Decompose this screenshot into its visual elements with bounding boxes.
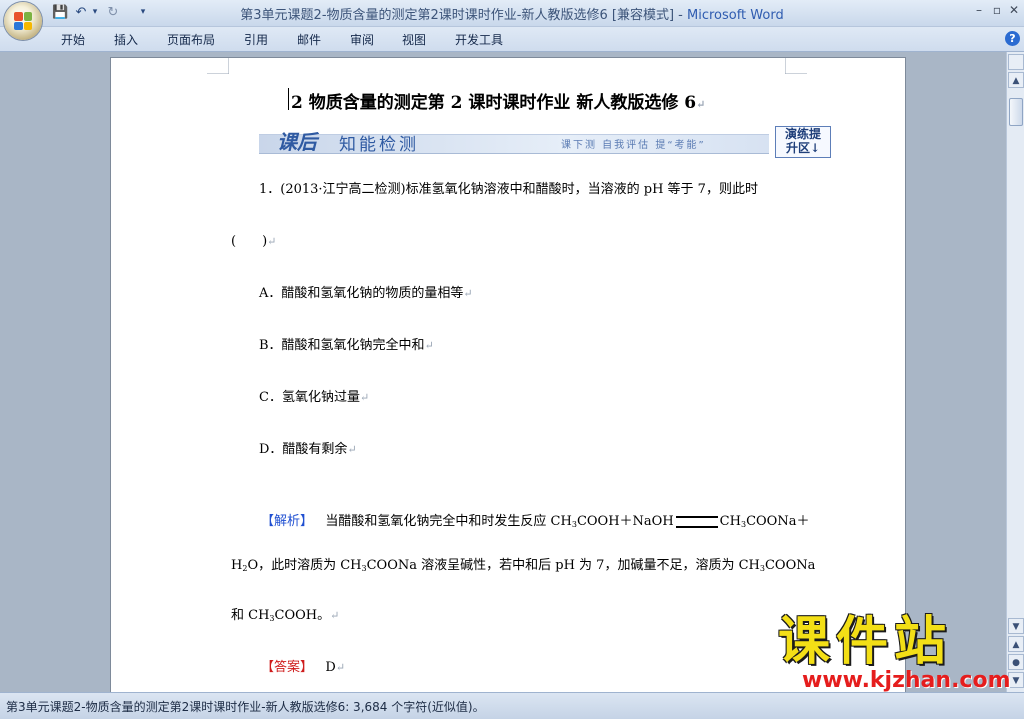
analysis-line-2: H2O，此时溶质为 CH3COONa 溶液呈碱性，若中和后 pH 为 7，加碱量…: [231, 554, 815, 573]
banner-subtitle: 课下测 自我评估 提“考能”: [561, 140, 706, 151]
ribbon-tabs: 开始 插入 页面布局 引用 邮件 审阅 视图 开发工具 ?: [0, 27, 1024, 52]
status-bar: 第3单元课题2-物质含量的测定第2课时课时作业-新人教版选修6: 3,684 个…: [0, 692, 1024, 719]
paragraph-mark: ↵: [463, 287, 473, 300]
option-a-text: A．醋酸和氢氧化钠的物质的量相等: [259, 286, 464, 301]
equals-sign: [675, 515, 718, 528]
banner-title-a: 课后: [277, 130, 317, 154]
margin-corner-mark: [207, 58, 229, 74]
badge-line-2: 升区↓: [785, 141, 821, 155]
analysis-text: COONa＋: [746, 514, 810, 529]
option-d: D．醋酸有剩余↵: [259, 438, 357, 457]
tab-developer[interactable]: 开发工具: [455, 31, 503, 48]
paragraph-mark: ↵: [330, 609, 340, 622]
document-title: 第3单元课题2-物质含量的测定第2课时课时作业-新人教版选修6 [兼容模式] -: [240, 8, 687, 23]
option-c: C．氢氧化钠过量↵: [259, 386, 369, 405]
tab-insert[interactable]: 插入: [114, 31, 138, 48]
vertical-scrollbar[interactable]: ▲ ▼ ▲ ● ▼: [1006, 52, 1024, 692]
tab-home[interactable]: 开始: [61, 31, 85, 48]
analysis-text: COONa: [764, 558, 816, 573]
banner-badge: 演练提 升区↓: [775, 126, 831, 158]
office-logo-icon: [14, 12, 32, 30]
banner-title-b: 知能检测: [339, 135, 419, 155]
tab-page-layout[interactable]: 页面布局: [167, 31, 215, 48]
option-c-text: C．氢氧化钠过量: [259, 390, 360, 405]
analysis-line-1: 【解析】 当醋酸和氢氧化钠完全中和时发生反应 CH3COOH＋NaOH CH3CO…: [261, 510, 809, 529]
analysis-line-3: 和 CH3COOH。↵: [231, 604, 339, 623]
analysis-text: 当醋酸和氢氧化钠完全中和时发生反应 CH: [325, 514, 572, 529]
analysis-text: O，此时溶质为 CH: [247, 558, 362, 573]
answer-value: D: [325, 660, 336, 675]
scroll-down-icon[interactable]: ▼: [1008, 618, 1024, 634]
close-button[interactable]: ✕: [1005, 2, 1023, 18]
badge-line-1: 演练提: [784, 127, 821, 141]
analysis-text: COONa 溶液呈碱性，若中和后 pH 为 7，加碱量不足，溶质为 CH: [366, 558, 760, 573]
analysis-text: COOH。: [274, 608, 331, 623]
analysis-text: H: [231, 558, 243, 573]
tab-view[interactable]: 视图: [402, 31, 426, 48]
answer-line: 【答案】 D↵: [261, 656, 345, 675]
answer-tag: 【答案】: [261, 660, 314, 675]
paragraph-mark: ↵: [347, 443, 357, 456]
option-d-text: D．醋酸有剩余: [259, 442, 348, 457]
option-b-text: B．醋酸和氢氧化钠完全中和: [259, 338, 425, 353]
document-page[interactable]: 2 物质含量的测定第 2 课时课时作业 新人教版选修 6↵ 课后 知能检测 课下…: [110, 57, 906, 698]
paragraph-mark: ↵: [267, 235, 277, 248]
tab-references[interactable]: 引用: [244, 31, 268, 48]
paragraph-mark: ↵: [424, 339, 434, 352]
analysis-text: COOH＋NaOH: [576, 514, 674, 529]
section-banner: 课后 知能检测 课下测 自我评估 提“考能” 演练提 升区↓: [259, 126, 833, 158]
question-1: 1．(2013·江宁高二检测)标准氢氧化钠溶液中和醋酸时，当溶液的 pH 等于 …: [259, 178, 758, 197]
window-title: 第3单元课题2-物质含量的测定第2课时课时作业-新人教版选修6 [兼容模式] -…: [0, 4, 1024, 23]
paragraph-mark: ↵: [359, 391, 370, 404]
tab-mailings[interactable]: 邮件: [297, 31, 321, 48]
tab-review[interactable]: 审阅: [350, 31, 374, 48]
minimize-button[interactable]: –: [970, 2, 988, 18]
analysis-text: 和 CH: [231, 608, 270, 623]
paragraph-mark: ↵: [335, 661, 346, 674]
scroll-thumb[interactable]: [1009, 98, 1023, 126]
text-cursor: [288, 88, 289, 110]
document-heading: 2 物质含量的测定第 2 课时课时作业 新人教版选修 6↵: [291, 88, 705, 113]
option-a: A．醋酸和氢氧化钠的物质的量相等↵: [259, 282, 473, 301]
scroll-up-icon[interactable]: ▲: [1008, 72, 1024, 88]
title-bar: 💾 ↶ ▾ ↻ ▾ 第3单元课题2-物质含量的测定第2课时课时作业-新人教版选修…: [0, 0, 1024, 27]
option-b: B．醋酸和氢氧化钠完全中和↵: [259, 334, 434, 353]
ruler-toggle-icon[interactable]: [1008, 54, 1024, 70]
watermark-logo: 课件站: [778, 612, 953, 672]
restore-button[interactable]: ▫: [988, 2, 1006, 18]
help-icon[interactable]: ?: [1005, 31, 1020, 46]
status-text: 第3单元课题2-物质含量的测定第2课时课时作业-新人教版选修6: 3,684 个…: [6, 700, 485, 714]
watermark-url: www.kjzhan.com: [802, 668, 1011, 693]
margin-corner-mark: [785, 58, 807, 74]
question-1-text: 1．(2013·江宁高二检测)标准氢氧化钠溶液中和醋酸时，当溶液的 pH 等于 …: [259, 182, 758, 197]
heading-text: 2 物质含量的测定第 2 课时课时作业 新人教版选修 6: [291, 93, 697, 113]
paren-text: ( ): [231, 234, 268, 249]
analysis-tag: 【解析】: [261, 514, 314, 529]
watermark: 课件站 www.kjzhan.com: [778, 612, 1011, 693]
previous-page-icon[interactable]: ▲: [1008, 636, 1024, 652]
document-area: 2 物质含量的测定第 2 课时课时作业 新人教版选修 6↵ 课后 知能检测 课下…: [0, 52, 1006, 698]
office-button[interactable]: [4, 2, 42, 40]
question-1-paren: ( )↵: [231, 230, 276, 249]
app-name: Microsoft Word: [686, 8, 784, 23]
analysis-text: CH: [719, 514, 741, 529]
paragraph-mark: ↵: [696, 98, 706, 111]
